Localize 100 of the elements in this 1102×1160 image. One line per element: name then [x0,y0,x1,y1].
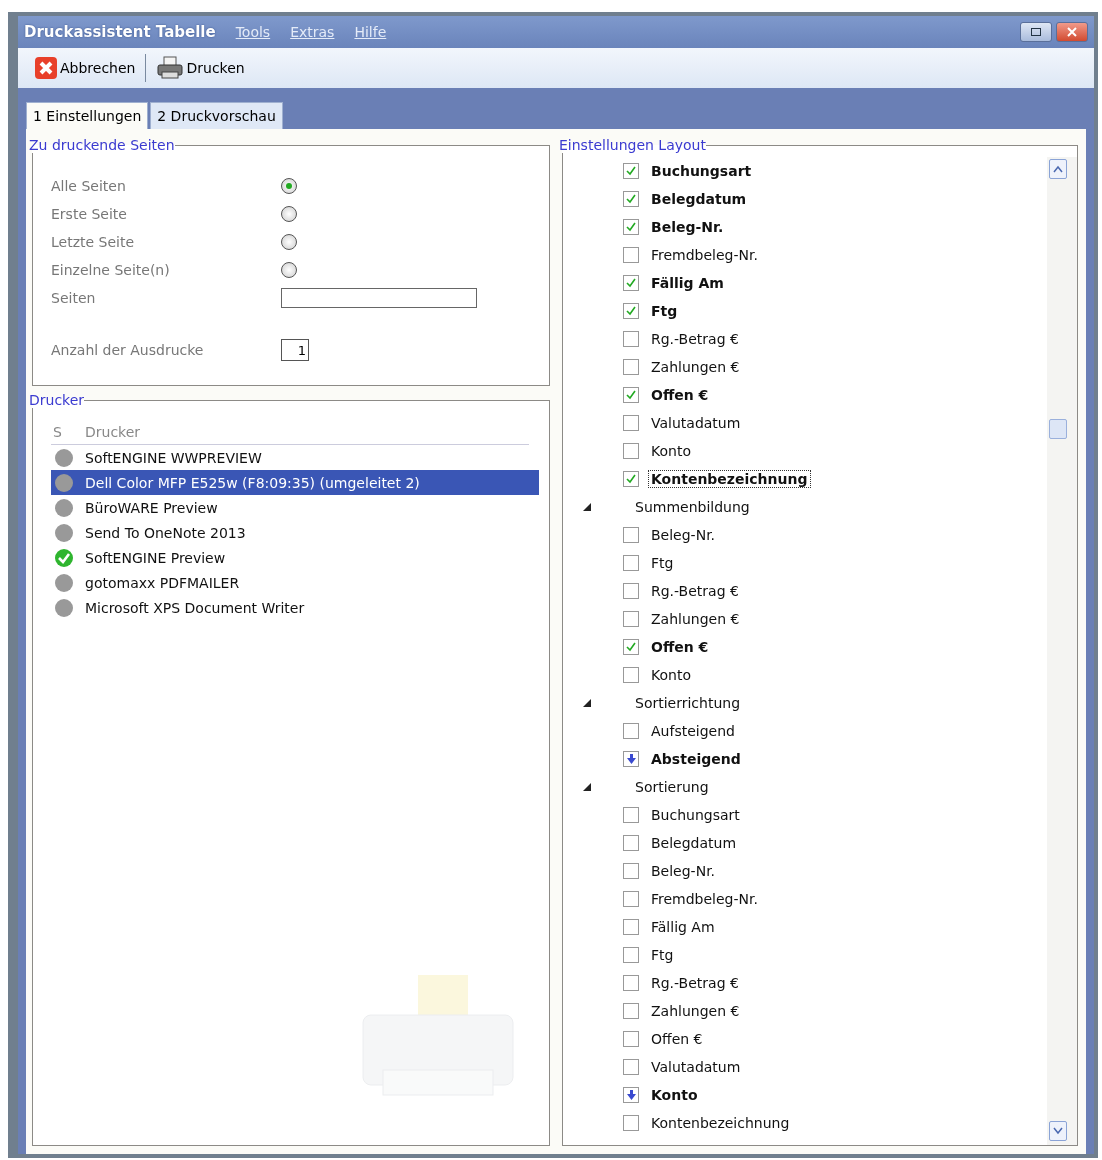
option-box[interactable] [623,807,639,823]
option-box[interactable] [623,723,639,739]
printer-row[interactable]: BüroWARE Preview [51,495,539,520]
checkbox[interactable] [623,331,639,347]
column-header[interactable]: S [51,424,83,440]
option-label: Rg.-Betrag € [650,975,740,991]
caret-icon[interactable] [583,503,591,511]
option-label: Zahlungen € [650,1003,741,1019]
option-label: Ftg [650,303,679,319]
pages-input-field[interactable] [281,288,477,308]
checkbox[interactable] [623,359,639,375]
radio-button[interactable] [281,262,297,278]
checkbox[interactable] [623,191,639,207]
scroll-up-button[interactable] [1049,159,1067,179]
restore-icon [1031,28,1041,36]
printer-row[interactable]: SoftENGINE Preview [51,545,539,570]
check-icon [626,474,636,484]
option-box[interactable] [623,1087,639,1103]
option-label: Beleg-Nr. [650,863,717,879]
check-icon [626,390,636,400]
group-label[interactable]: Sortierung [635,779,709,795]
check-icon [626,194,636,204]
radio-label: Erste Seite [51,205,128,224]
radio-label: Einzelne Seite(n) [51,261,171,280]
print-button[interactable]: Drucken [152,54,249,82]
scroll-down-button[interactable] [1049,1121,1067,1141]
option-box[interactable] [623,975,639,991]
group-label[interactable]: Sortierrichtung [635,695,741,711]
option-box[interactable] [623,919,639,935]
option-label: Belegdatum [650,835,738,851]
scroll-thumb[interactable] [1049,419,1067,439]
close-button[interactable] [1056,22,1088,42]
printer-row[interactable]: Dell Color MFP E525w (F8:09:35) (umgeleitet 2) [51,470,539,495]
group-title: Zu druckende Seiten [29,137,175,153]
option-label: Rg.-Betrag € [650,583,740,599]
printer-row[interactable]: gotomaxx PDFMAILER [51,570,539,595]
checkbox[interactable] [623,219,639,235]
checkbox[interactable] [623,583,639,599]
close-icon [1067,27,1077,37]
radio-label: Alle Seiten [51,177,127,196]
check-icon [626,642,636,652]
printer-row[interactable]: Microsoft XPS Document Writer [51,595,539,620]
option-box[interactable] [623,1115,639,1131]
checkbox[interactable] [623,471,639,487]
printer-name: BüroWARE Preview [84,499,219,516]
option-box[interactable] [623,1059,639,1075]
option-label: Kontenbezeichnung [649,471,810,487]
radio-button[interactable] [281,234,297,250]
caret-icon[interactable] [583,699,591,707]
option-label: Valutadatum [650,1059,742,1075]
close-icon [34,56,58,80]
option-box[interactable] [623,1003,639,1019]
option-label: Beleg-Nr. [650,219,725,235]
caret-icon[interactable] [583,783,591,791]
chevron-up-icon [1053,165,1063,173]
restore-button[interactable] [1020,22,1052,42]
option-label: Zahlungen € [650,611,741,627]
option-box[interactable] [623,863,639,879]
radio-button[interactable] [281,178,297,194]
option-box[interactable] [623,947,639,963]
checkbox[interactable] [623,639,639,655]
printer-name: SoftENGINE WWPREVIEW [84,449,263,466]
group-title: Einstellungen Layout [559,137,706,153]
option-label: Fremdbeleg-Nr. [650,891,759,907]
checkbox[interactable] [623,247,639,263]
printer-name: Dell Color MFP E525w (F8:09:35) (umgeleitet 2) [84,474,421,491]
printer-name: SoftENGINE Preview [84,549,227,566]
option-label: Beleg-Nr. [650,527,717,543]
checkbox[interactable] [623,415,639,431]
radio-button[interactable] [281,206,297,222]
option-label: Belegdatum [650,191,748,207]
checkbox[interactable] [623,303,639,319]
tab[interactable]: 2 Druckvorschau [150,102,283,129]
field-label: Anzahl der Ausdrucke [51,341,205,360]
option-box[interactable] [623,891,639,907]
option-box[interactable] [623,835,639,851]
check-icon [626,306,636,316]
checkbox[interactable] [623,387,639,403]
checkbox[interactable] [623,667,639,683]
cancel-button[interactable]: Abbrechen [30,54,140,82]
checkbox[interactable] [623,275,639,291]
option-label: Fällig Am [650,919,716,935]
checkbox[interactable] [623,555,639,571]
option-label: Kontenbezeichnung [650,1115,791,1131]
group-label[interactable]: Summenbildung [635,499,750,515]
option-box[interactable] [623,751,639,767]
checkbox[interactable] [623,611,639,627]
group-title: Drucker [29,392,85,408]
checkbox[interactable] [623,443,639,459]
option-label: Buchungsart [650,163,753,179]
checkbox[interactable] [623,527,639,543]
radio-label: Letzte Seite [51,233,136,252]
printer-row[interactable]: SoftENGINE WWPREVIEW [51,445,539,470]
checkbox[interactable] [623,163,639,179]
column-header[interactable]: Drucker [83,424,529,440]
printer-row[interactable]: Send To OneNote 2013 [51,520,539,545]
option-box[interactable] [623,1031,639,1047]
window-title: Druckassistent Tabelle [24,23,216,41]
copies-input-field[interactable]: 1 [281,339,309,361]
tab[interactable]: 1 Einstellungen [26,102,149,129]
